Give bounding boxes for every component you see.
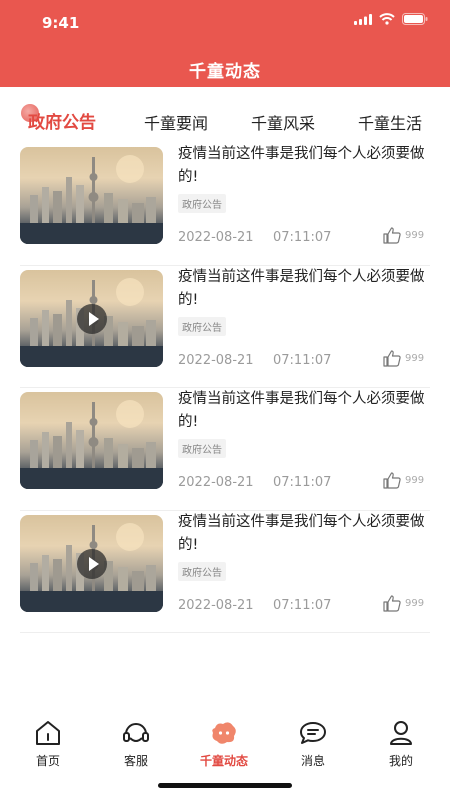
thumbs-up-icon [383, 227, 401, 244]
like-count: 999 [405, 352, 425, 364]
play-icon[interactable] [77, 303, 107, 334]
article-date: 2022-08-21 [178, 597, 254, 613]
tab-government[interactable]: 政府公告 [28, 108, 96, 133]
article-thumbnail [20, 147, 163, 244]
article-tag: 政府公告 [178, 439, 226, 458]
article-time: 07:11:07 [273, 352, 332, 368]
nav-profile[interactable]: 我的 [371, 720, 431, 769]
status-icons [354, 13, 428, 25]
tab-news[interactable]: 千童要闻 [144, 110, 208, 134]
thumbs-up-icon [383, 594, 401, 612]
article-time: 07:11:07 [273, 475, 332, 490]
chat-icon [300, 722, 326, 744]
nav-label: 首页 [35, 754, 60, 768]
app-header: 9:41 千童动态 [0, 0, 450, 87]
article-date: 2022-08-21 [178, 230, 254, 245]
article-item[interactable]: 疫情当前这件事是我们每个人必须要做的! 政府公告 2022-08-21 07:1… [20, 143, 430, 266]
news-blob-icon [212, 722, 236, 744]
like-button[interactable]: 999 [383, 594, 425, 612]
nav-home[interactable]: 首页 [18, 720, 78, 769]
article-thumbnail [20, 269, 163, 367]
thumbs-up-icon [383, 472, 401, 489]
article-title: 疫情当前这件事是我们每个人必须要做的! [178, 391, 425, 430]
article-date: 2022-08-21 [178, 352, 254, 368]
page-title: 千童动态 [189, 62, 261, 82]
article-item[interactable]: 疫情当前这件事是我们每个人必须要做的! 政府公告 2022-08-21 07:1… [20, 266, 430, 388]
home-indicator [158, 783, 292, 788]
like-count: 999 [405, 597, 425, 609]
nav-label: 消息 [300, 754, 325, 768]
like-button[interactable]: 999 [383, 472, 424, 489]
nav-news[interactable]: 千童动态 [194, 720, 254, 769]
category-tabs: 政府公告 千童要闻 千童风采 千童生活 [0, 100, 450, 140]
user-icon [390, 721, 412, 745]
nav-label: 客服 [123, 754, 148, 768]
nav-service[interactable]: 客服 [106, 720, 166, 769]
like-button[interactable]: 999 [383, 227, 424, 244]
battery-icon [402, 13, 428, 25]
bottom-tab-bar: 首页 客服 千童动态 消息 我的 [0, 712, 450, 800]
status-time: 9:41 [42, 14, 80, 32]
article-tag: 政府公告 [178, 561, 226, 581]
article-item[interactable]: 疫情当前这件事是我们每个人必须要做的! 政府公告 2022-08-21 07:1… [20, 511, 430, 633]
like-count: 999 [405, 475, 425, 486]
article-time: 07:11:07 [273, 597, 332, 613]
article-date: 2022-08-21 [178, 475, 254, 490]
article-list: 疫情当前这件事是我们每个人必须要做的! 政府公告 2022-08-21 07:1… [20, 143, 430, 633]
thumbs-up-icon [383, 349, 401, 367]
article-thumbnail [20, 514, 163, 612]
nav-messages[interactable]: 消息 [283, 720, 343, 769]
article-title: 疫情当前这件事是我们每个人必须要做的! [178, 268, 425, 308]
signal-icon [354, 13, 372, 25]
headset-icon [123, 723, 149, 742]
like-count: 999 [405, 230, 425, 241]
article-title: 疫情当前这件事是我们每个人必须要做的! [178, 513, 425, 553]
like-button[interactable]: 999 [383, 349, 425, 367]
nav-label: 我的 [388, 754, 413, 768]
article-title: 疫情当前这件事是我们每个人必须要做的! [178, 146, 425, 185]
home-icon [36, 721, 60, 745]
article-tag: 政府公告 [178, 316, 226, 336]
play-icon[interactable] [77, 548, 107, 579]
article-item[interactable]: 疫情当前这件事是我们每个人必须要做的! 政府公告 2022-08-21 07:1… [20, 388, 430, 511]
article-time: 07:11:07 [273, 230, 332, 245]
tab-style[interactable]: 千童风采 [251, 110, 315, 134]
article-tag: 政府公告 [178, 194, 226, 213]
nav-label: 千童动态 [199, 754, 248, 768]
tab-life[interactable]: 千童生活 [358, 110, 422, 134]
article-thumbnail [20, 392, 163, 489]
wifi-icon [379, 13, 395, 25]
